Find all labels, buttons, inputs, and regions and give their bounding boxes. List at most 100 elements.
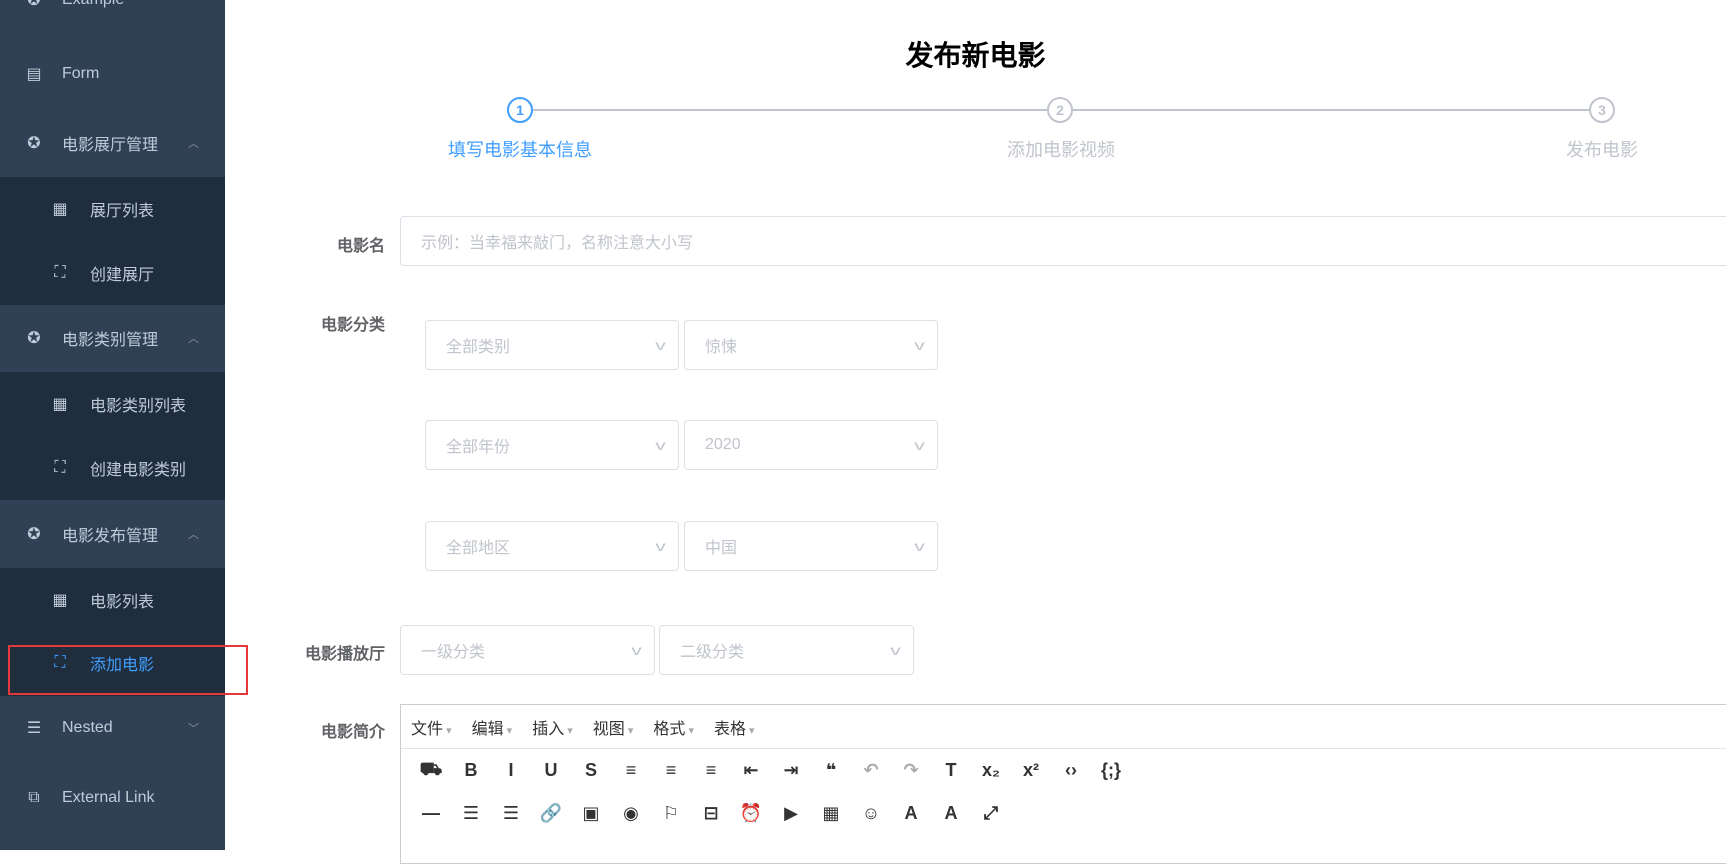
hall-label: 电影播放厅 [304,646,385,663]
sidebar-item[interactable]: ✪ Example ﹀ [0,0,225,32]
category-select[interactable]: 全部类别 v [425,320,679,370]
page-title: 发布新电影 [905,40,1046,71]
tree-icon: ⛶ [54,459,66,476]
sidebar-item-label: 创建电影类别 [90,462,187,479]
chevron-down-icon: v [914,437,925,453]
movie-name-input[interactable]: 示例：当幸福来敲门，名称注意大小写 [400,216,1726,266]
movie-name-label: 电影名 [336,238,385,255]
editor-menu[interactable]: 编辑 [472,715,513,739]
chevron-down-icon: v [655,538,666,554]
category-select[interactable]: 中国 v [684,521,938,571]
chevron-down-icon: v [655,437,666,453]
undo-icon[interactable]: ↶ [851,760,891,781]
media-icon[interactable]: ▶ [771,803,811,824]
table-icon[interactable]: ▦ [811,803,851,824]
hall-level2-select[interactable]: 二级分类 v [659,625,914,675]
step-1-label: 填写电影基本信息 [448,140,592,160]
sidebar-item-label: Nested [62,719,113,736]
sidebar-item[interactable]: ⛶ 创建展厅 [0,241,225,305]
bold-icon[interactable]: B [451,760,491,781]
sidebar-item-label: 电影类别列表 [90,398,187,415]
blockquote-icon[interactable]: ❝ [811,760,851,781]
sidebar-item[interactable]: ▦ 展厅列表 [0,177,225,241]
preview-eye-icon[interactable]: ◉ [611,803,651,824]
sidebar-item-label: 电影列表 [90,594,155,611]
category-select[interactable]: 惊悚 v [684,320,938,370]
sidebar-item[interactable]: ⧉ External Link [0,766,225,830]
highlight-box [8,645,248,695]
editor-toolbar-1: ⛟ B I U S ≡ ≡ ≡ ⇤ ⇥ ❝ ↶ ↷ Tx₂ x² ‹› {;} [401,749,1726,792]
sidebar-item[interactable]: ▦ 电影列表 [0,568,225,632]
superscript-icon[interactable]: x² [1011,760,1051,781]
step-1-circle: 1 [507,97,533,123]
code-icon[interactable]: ‹› [1051,760,1091,781]
bg-color-icon[interactable]: A [931,803,971,824]
chevron-down-icon: v [631,642,642,658]
underline-icon[interactable]: U [531,760,571,781]
italic-icon[interactable]: I [491,760,531,781]
sidebar-item-label: 电影发布管理 [62,528,159,545]
category-select[interactable]: 全部地区 v [425,521,679,571]
select-value: 全部年份 [446,439,511,456]
outdent-icon[interactable]: ⇤ [731,760,771,781]
rich-text-editor[interactable]: 文件编辑插入视图格式表格 ⛟BIUS≡≡≡⇤⇥❝↶↷Tx₂x²‹›{;} —☰☰… [400,704,1726,864]
step-3-circle: 3 [1589,97,1615,123]
strikethrough-icon[interactable]: S [571,760,611,781]
editor-menu[interactable]: 插入 [532,715,573,739]
sidebar-item-label: External Link [62,789,155,806]
indent-icon[interactable]: ⇥ [771,760,811,781]
align-center-icon[interactable]: ≡ [651,760,691,781]
numbered-list-icon[interactable]: ☰ [491,803,531,824]
bullet-list-icon[interactable]: ☰ [451,803,491,824]
editor-menu[interactable]: 格式 [653,715,694,739]
link-icon: ⧉ [28,789,40,806]
clear-format-icon[interactable]: T [931,760,971,781]
step-line [533,109,1047,111]
intro-label: 电影简介 [320,724,385,741]
hr-icon[interactable]: — [411,803,451,824]
category-select[interactable]: 2020 v [684,420,938,470]
sidebar-item[interactable]: ⛶ 创建电影类别 [0,436,225,500]
table-icon: ▦ [52,592,68,609]
editor-toolbar-2: — ☰ ☰ 🔗 ▣ ◉ ⚐ ⊟ ⏰ ▶ ▦ ☺ A A ⤢ [401,792,1726,835]
category-select[interactable]: 全部年份 v [425,420,679,470]
emoticon-icon[interactable]: ☺ [851,803,891,824]
chevron-up-icon: ︿ [188,529,199,541]
step-3-label: 发布电影 [1566,140,1638,160]
text-color-icon[interactable]: A [891,803,931,824]
chevron-down-icon: ﹀ [188,0,199,7]
link-icon[interactable]: 🔗 [531,803,571,824]
image-icon[interactable]: ▣ [571,803,611,824]
code-sample-icon[interactable]: {;} [1091,760,1131,781]
sidebar-item[interactable]: ✪ 电影类别管理 ︿ [0,306,225,370]
align-right-icon[interactable]: ≡ [691,760,731,781]
sidebar-item[interactable]: ✪ 电影发布管理 ︿ [0,502,225,566]
hall-level1-select[interactable]: 一级分类 v [400,625,655,675]
datetime-icon[interactable]: ⏰ [731,803,771,824]
chevron-down-icon: v [655,337,666,353]
sidebar-item[interactable]: ✪ 电影展厅管理 ︿ [0,111,225,175]
sidebar-item-label: 电影展厅管理 [62,137,159,154]
preview-icon[interactable]: ⛟ [411,759,451,783]
sidebar-item[interactable]: ▦ 电影类别列表 [0,372,225,436]
editor-menubar: 文件编辑插入视图格式表格 [401,705,1726,749]
sidebar-item[interactable]: ☰ Nested ﹀ [0,696,225,760]
editor-menu[interactable]: 文件 [411,715,452,739]
table-icon: ▦ [52,201,68,218]
chevron-up-icon: ︿ [188,333,199,345]
bookmark-icon[interactable]: ⚐ [651,803,691,824]
step-line [1073,109,1589,111]
editor-menu[interactable]: 表格 [714,715,755,739]
align-left-icon[interactable]: ≡ [611,760,651,781]
component-icon: ✪ [27,0,41,9]
select-value: 二级分类 [680,644,745,661]
subscript-icon[interactable]: x₂ [971,760,1011,781]
table-icon: ▦ [52,396,68,413]
editor-menu[interactable]: 视图 [593,715,634,739]
chevron-down-icon: ﹀ [188,723,199,735]
sidebar-item-label: 电影类别管理 [62,332,159,349]
redo-icon[interactable]: ↷ [891,760,931,781]
select-value: 一级分类 [421,644,486,661]
page-break-icon[interactable]: ⊟ [691,803,731,824]
fullscreen-icon[interactable]: ⤢ [971,803,1011,824]
